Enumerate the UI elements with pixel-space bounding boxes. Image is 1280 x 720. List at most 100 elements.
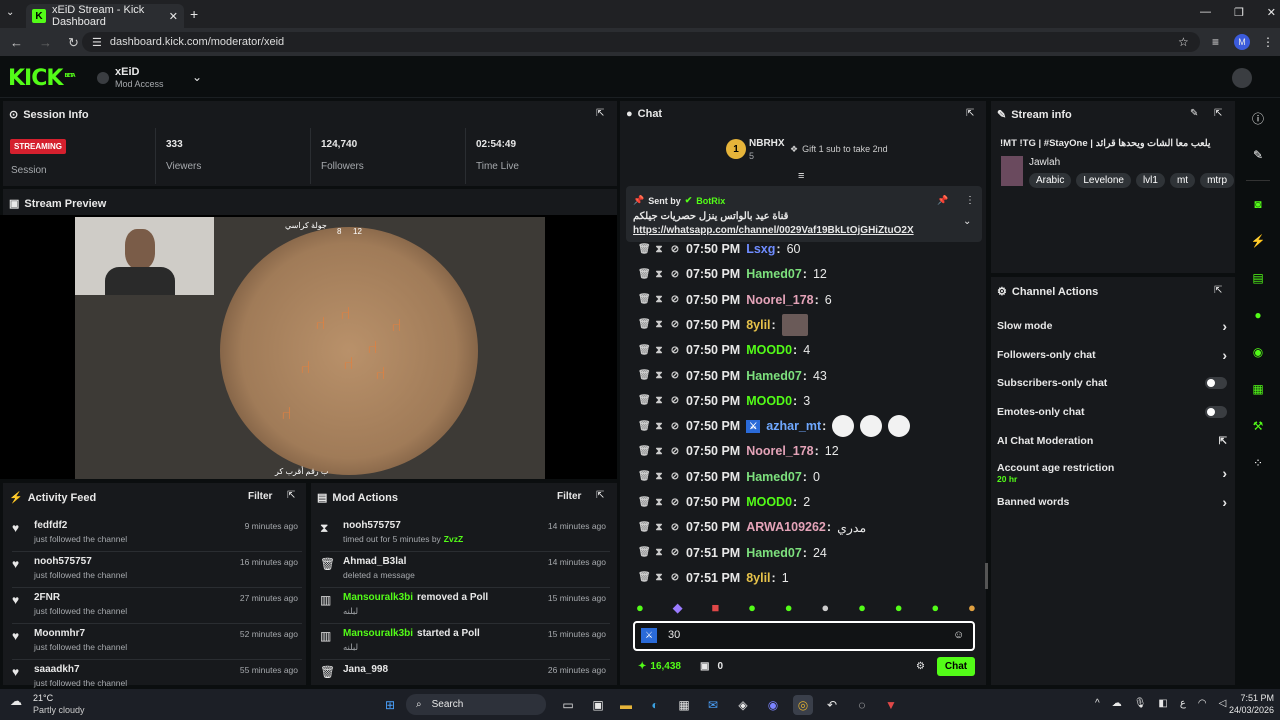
chat-menu-icon[interactable]: ≡ [798,170,804,182]
camera-icon[interactable]: ◙ [1246,192,1270,216]
message-username[interactable]: Hamed07 [746,470,802,484]
timeout-icon[interactable]: ⧗ [654,244,664,255]
broadcast-icon[interactable]: ◉ [1246,340,1270,364]
chat-settings-gear-icon[interactable]: ⚙ [916,661,925,672]
mod-action-item[interactable]: ⧗ nooh575757 timed out for 5 minutes by Zvz… [320,517,610,553]
layout-icon[interactable]: ▦ [1246,377,1270,401]
info-circle-icon[interactable]: ⓘ [1246,106,1270,130]
apps-icon[interactable]: ⁘ [1246,451,1270,475]
delete-message-icon[interactable]: 🗑 [638,395,651,406]
app-icon[interactable]: ◈ [733,695,753,715]
popout-icon[interactable]: ⇱ [287,490,295,501]
ban-icon[interactable]: ⊘ [670,572,680,583]
ban-icon[interactable]: ⊘ [670,319,680,330]
wifi-icon[interactable]: ◠ [1198,698,1207,709]
timeout-icon[interactable]: ⧗ [654,446,664,457]
activity-filter-button[interactable]: Filter [248,491,272,502]
message-username[interactable]: Noorel_178 [746,444,813,458]
mod-action-item[interactable]: ▥ Mansouralk3bi started a Poll لبلنه 15 minu… [320,625,610,661]
channel-switch-chevron-icon[interactable]: ⌄ [192,70,202,84]
emoji-picker-icon[interactable]: ☺ [953,629,964,641]
mod-action-user[interactable]: nooh575757 [343,520,401,531]
edge-icon[interactable]: ◐ [645,695,665,715]
mod-action-user[interactable]: Ahmad_B3lal [343,556,406,567]
activity-user[interactable]: saaadkh7 [34,664,80,675]
app-icon[interactable]: ↶ [822,695,842,715]
ban-icon[interactable]: ⊘ [670,294,680,305]
category-name[interactable]: Jawlah [1029,157,1060,168]
pinned-link[interactable]: https://whatsapp.com/channel/0029Vaf19Bk… [633,225,914,236]
timeout-icon[interactable]: ⧗ [654,547,664,558]
message-username[interactable]: Hamed07 [746,267,802,281]
chevron-right-icon[interactable]: › [1222,347,1227,363]
delete-message-icon[interactable]: 🗑 [638,471,651,482]
toggle-switch[interactable] [1205,406,1227,418]
popout-icon[interactable]: ⇱ [966,108,974,119]
top-gifter-name[interactable]: NBRHX [749,138,785,149]
pencil-icon[interactable]: ✎ [1246,143,1270,167]
ban-icon[interactable]: ⊘ [670,244,680,255]
timeout-icon[interactable]: ⧗ [654,370,664,381]
chat-input-value[interactable]: 30 [668,629,680,641]
channel-action-slow-mode[interactable]: Slow mode › [997,318,1227,334]
activity-item[interactable]: ♥ nooh575757 just followed the channel 16 m… [12,553,302,589]
file-explorer-icon[interactable]: ▬ [616,695,636,715]
maximize-icon[interactable]: ❐ [1234,6,1244,19]
clock-date[interactable]: 24/03/2026 [1224,705,1274,715]
message-username[interactable]: 8ylil [746,318,770,332]
bookmark-star-icon[interactable]: ☆ [1178,35,1189,49]
message-username[interactable]: MOOD0 [746,495,792,509]
minimize-icon[interactable]: — [1200,6,1211,19]
tag[interactable]: Arabic [1029,173,1072,188]
activity-item[interactable]: ♥ Moonmhr7 just followed the channel 52 min… [12,625,302,661]
delete-message-icon[interactable]: 🗑 [638,370,651,381]
chat-message[interactable]: 🗑 ⧗ ⊘ 07:50 PM MOOD0:4 [638,338,978,362]
app-icon[interactable]: ▣ [588,695,608,715]
kick-logo[interactable]: KICK BETA [8,66,76,91]
popout-icon[interactable]: ⇱ [1214,285,1222,296]
toggle-switch[interactable] [1205,377,1227,389]
browser-menu-icon[interactable]: ⋮ [1262,35,1274,49]
message-username[interactable]: MOOD0 [746,343,792,357]
app-tray-icon[interactable]: ◧ [1158,698,1167,709]
timeout-icon[interactable]: ⧗ [654,421,664,432]
unpin-icon[interactable]: 📌 [937,195,948,206]
pinned-options-icon[interactable]: ⋮ [965,195,975,206]
weather-icon[interactable]: ☁ [10,694,22,708]
chevron-right-icon[interactable]: › [1222,318,1227,334]
mod-action-user[interactable]: Mansouralk3bi [343,592,413,603]
activity-item[interactable]: ♥ fedfdf2 just followed the channel 9 minut… [12,517,302,553]
timeout-icon[interactable]: ⧗ [654,522,664,533]
timeout-icon[interactable]: ⧗ [654,294,664,305]
close-tab-icon[interactable]: ✕ [169,10,178,23]
channel-action-account-age-restriction[interactable]: Account age restriction 20 hr › [997,462,1227,484]
store-icon[interactable]: ▦ [674,695,694,715]
ban-icon[interactable]: ⊘ [670,421,680,432]
pinned-user[interactable]: BotRix [696,196,725,206]
new-tab-button[interactable]: + [190,6,198,22]
tag[interactable]: lvl1 [1135,173,1165,188]
emote-icon[interactable]: ● [785,600,793,616]
external-link-icon[interactable]: ⇱ [1219,436,1227,447]
site-info-icon[interactable]: ☰ [92,36,102,49]
chrome-icon[interactable]: ◎ [793,695,813,715]
channel-points[interactable]: ✦ 16,438 [638,661,681,672]
delete-message-icon[interactable]: 🗑 [638,446,651,457]
popout-icon[interactable]: ⇱ [1214,108,1222,119]
delete-message-icon[interactable]: 🗑 [638,269,651,280]
delete-message-icon[interactable]: 🗑 [638,421,651,432]
message-username[interactable]: MOOD0 [746,394,792,408]
message-username[interactable]: Hamed07 [746,369,802,383]
ban-icon[interactable]: ⊘ [670,370,680,381]
clipboard-icon[interactable]: ▤ [1246,266,1270,290]
channel-action-banned-words[interactable]: Banned words › [997,494,1227,510]
message-username[interactable]: 8ylil [746,571,770,585]
mod-action-item[interactable]: 🗑 Ahmad_B3lal deleted a message 14 minutes … [320,553,610,589]
chat-message[interactable]: 🗑 ⧗ ⊘ 07:50 PM ⚔ azhar_mt: [638,414,978,438]
timeout-icon[interactable]: ⧗ [654,395,664,406]
chat-message[interactable]: 🗑 ⧗ ⊘ 07:51 PM Hamed07:24 [638,541,978,565]
chat-message[interactable]: 🗑 ⧗ ⊘ 07:50 PM Hamed07:0 [638,465,978,489]
tag[interactable]: mtrp [1200,173,1235,188]
mod-action-user[interactable]: Jana_998 [343,664,388,675]
reload-icon[interactable]: ↻ [68,35,79,51]
